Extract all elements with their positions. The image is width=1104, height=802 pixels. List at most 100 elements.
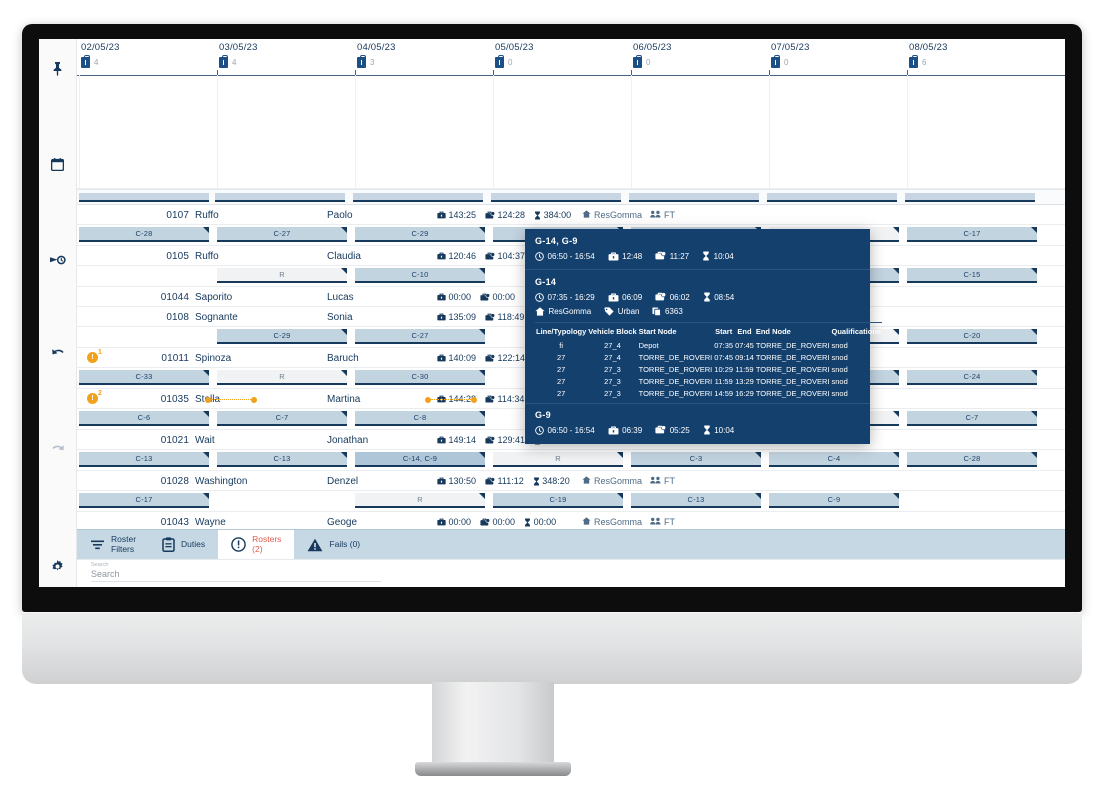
gantt-bar[interactable]: R: [217, 370, 347, 385]
shift-connector: [425, 395, 477, 404]
warning-badge[interactable]: ! 2: [87, 390, 102, 404]
tab-roster-filters[interactable]: Roster Filters: [77, 530, 149, 559]
metric-work-value: 122:14: [497, 353, 526, 363]
gantt-bar[interactable]: C-4: [769, 452, 899, 467]
split-duty-icon[interactable]: [45, 247, 71, 273]
gantt-bar[interactable]: C-14, C-9: [355, 452, 485, 467]
table-row[interactable]: 0107 Ruffo Paolo 143:25 124:28 384:00 ResGomma…: [77, 205, 1065, 225]
steering-wheel-icon: [480, 517, 491, 527]
metric-work-value: 00:00: [492, 517, 516, 527]
warning-triangle-icon: [307, 538, 323, 552]
duty-bag-icon: [495, 55, 504, 68]
tag-contract: FT: [650, 476, 675, 486]
bar-fold-icon: [479, 268, 485, 274]
gantt-bar[interactable]: C-13: [217, 452, 347, 467]
gantt-bar[interactable]: C-24: [907, 370, 1037, 385]
gantt-bar[interactable]: C-7: [907, 411, 1037, 426]
employee-id: 01028: [160, 475, 189, 487]
pin-icon[interactable]: [45, 55, 71, 81]
popup-table-cell: 07:45: [714, 352, 734, 362]
gantt-bar[interactable]: C-7: [217, 411, 347, 426]
gantt-bar[interactable]: C-30: [355, 370, 485, 385]
people-icon: [650, 517, 661, 527]
popup-table-cell: 27: [556, 376, 566, 386]
metric-drive: 120:46: [437, 251, 476, 261]
gantt-bar[interactable]: C-3: [631, 452, 761, 467]
popup-col-header: Vehicle Block: [587, 322, 638, 339]
gantt-bar[interactable]: C-17: [79, 493, 209, 508]
gantt-bar[interactable]: C-20: [907, 329, 1037, 344]
gantt-bar[interactable]: C-29: [355, 227, 485, 242]
bar-fold-icon: [479, 329, 485, 335]
tag-contract-value: FT: [664, 517, 676, 527]
gantt-bar[interactable]: R: [217, 268, 347, 283]
table-row[interactable]: 01028 Washington Denzel 130:50 111:12 348:20 R…: [77, 471, 1065, 491]
calendar-icon[interactable]: [45, 151, 71, 177]
table-row[interactable]: 01043 Wayne Geoge 00:00 00:00 00:00 ResGomma FT: [77, 512, 1065, 529]
tag-site-value: ResGomma: [594, 476, 643, 486]
gantt-bar[interactable]: C-8: [355, 411, 485, 426]
undo-icon[interactable]: [45, 341, 71, 367]
gantt-bar[interactable]: C-27: [355, 329, 485, 344]
tab-rosters[interactable]: Rosters (2): [218, 530, 295, 559]
bar-fold-icon: [617, 452, 623, 458]
employee-firstname: Baruch: [327, 352, 359, 364]
steering-wheel-icon: [655, 251, 667, 261]
timeline-count: 4: [94, 58, 99, 67]
gantt-bar-label: C-29: [273, 331, 291, 340]
gantt-bar-row: C-17 R C-19 C-13 C-9: [77, 491, 1065, 512]
metric-drive-value: 140:09: [448, 353, 477, 363]
tag-site-value: ResGomma: [594, 517, 643, 527]
gantt-bar[interactable]: C-28: [79, 227, 209, 242]
popup-table-cell: 16:29: [735, 388, 754, 398]
hourglass-icon: [533, 476, 540, 486]
gantt-bar-label: C-4: [827, 454, 841, 463]
gantt-bar[interactable]: C-6: [79, 411, 209, 426]
metric-work-value: 124:28: [497, 210, 526, 220]
gantt-bar-label: R: [417, 495, 423, 504]
section-work: 06:02: [655, 292, 690, 302]
gantt-bar-label: C-17: [135, 495, 153, 504]
metric-drive-value: 135:09: [448, 312, 477, 322]
gantt-bar-label: C-9: [827, 495, 841, 504]
popup-detail-table: Line/Typology Vehicle Block Start Node Star…: [525, 322, 883, 403]
gantt-partial-row: [77, 189, 1065, 205]
popup-time-range-value: 06:50 - 16:54: [547, 251, 595, 261]
gantt-bar[interactable]: C-27: [217, 227, 347, 242]
warning-badge[interactable]: ! 1: [87, 349, 102, 363]
gantt-bar[interactable]: C-9: [769, 493, 899, 508]
tab-duties[interactable]: Duties: [149, 530, 218, 559]
tab-fails[interactable]: Fails (0): [294, 530, 373, 559]
gantt-bar[interactable]: R: [493, 452, 623, 467]
redo-icon[interactable]: [45, 437, 71, 463]
gantt-bar[interactable]: C-15: [907, 268, 1037, 283]
gantt-bar[interactable]: C-29: [217, 329, 347, 344]
search-input[interactable]: Search Search: [91, 562, 381, 582]
search-label: Search: [91, 562, 109, 568]
gantt-bar[interactable]: C-17: [907, 227, 1037, 242]
briefcase-icon: [437, 477, 446, 485]
popup-work: 11:27: [655, 251, 689, 261]
employee-firstname: Claudia: [327, 250, 361, 262]
gantt-bar[interactable]: R: [355, 493, 485, 508]
timeline-gridline: [769, 75, 770, 189]
popup-table-row: 27 27_3 TORRE_DE_ROVERI 14:59 16:29 TORRE_DE_…: [535, 387, 882, 399]
footer-drive-value: 06:39: [622, 425, 643, 435]
gantt-bar[interactable]: C-28: [907, 452, 1037, 467]
gantt-bar[interactable]: C-10: [355, 268, 485, 283]
timeline-badge: 0: [495, 55, 512, 68]
popup-table-row: 27 27_3 TORRE_DE_ROVERI 11:59 13:29 TORRE_DE_…: [535, 375, 882, 387]
timeline-date: 07/05/23: [771, 42, 810, 53]
gantt-bar[interactable]: C-13: [79, 452, 209, 467]
employee-lastname: Wait: [195, 434, 215, 446]
timeline-date: 02/05/23: [81, 42, 120, 53]
metric-span-value: 384:00: [543, 210, 572, 220]
popup-span-value: 10:04: [713, 251, 734, 261]
gear-icon[interactable]: [45, 553, 71, 579]
bar-fold-icon: [341, 268, 347, 274]
gantt-bar[interactable]: C-13: [631, 493, 761, 508]
popup-col-header: End: [734, 322, 755, 339]
popup-table-cell: 13:29: [735, 376, 754, 386]
gantt-bar[interactable]: C-19: [493, 493, 623, 508]
gantt-bar[interactable]: C-33: [79, 370, 209, 385]
